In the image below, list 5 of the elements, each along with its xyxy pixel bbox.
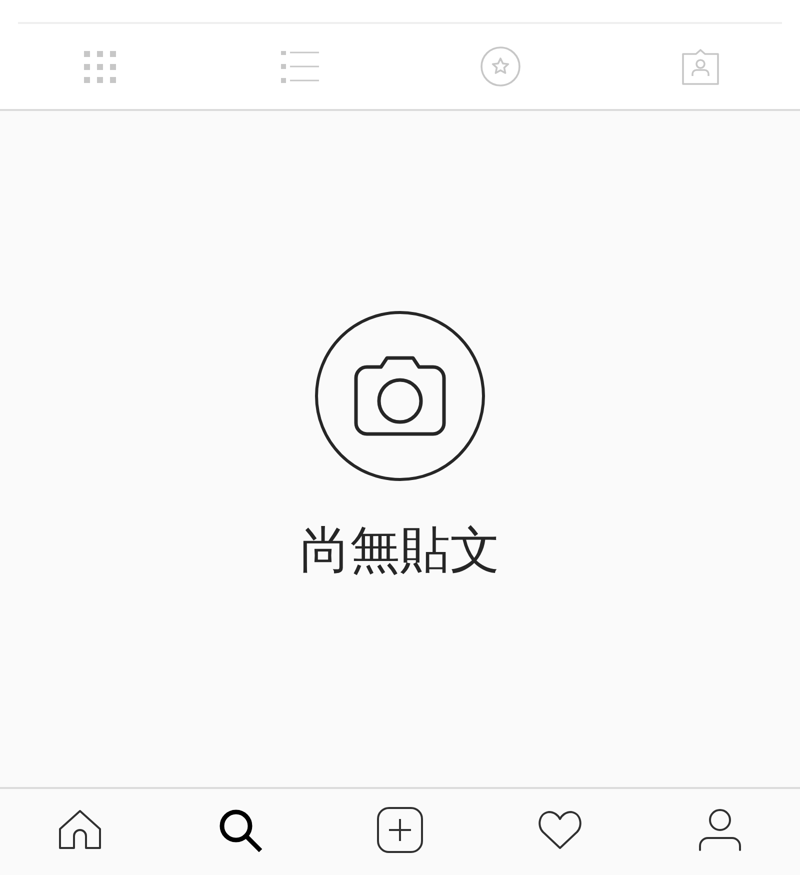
- tagged-person-icon: [680, 47, 720, 86]
- list-icon: [281, 50, 319, 82]
- empty-state-text: 尚無貼文: [300, 525, 500, 575]
- grid-icon: [84, 50, 116, 82]
- camera-icon: [315, 311, 485, 481]
